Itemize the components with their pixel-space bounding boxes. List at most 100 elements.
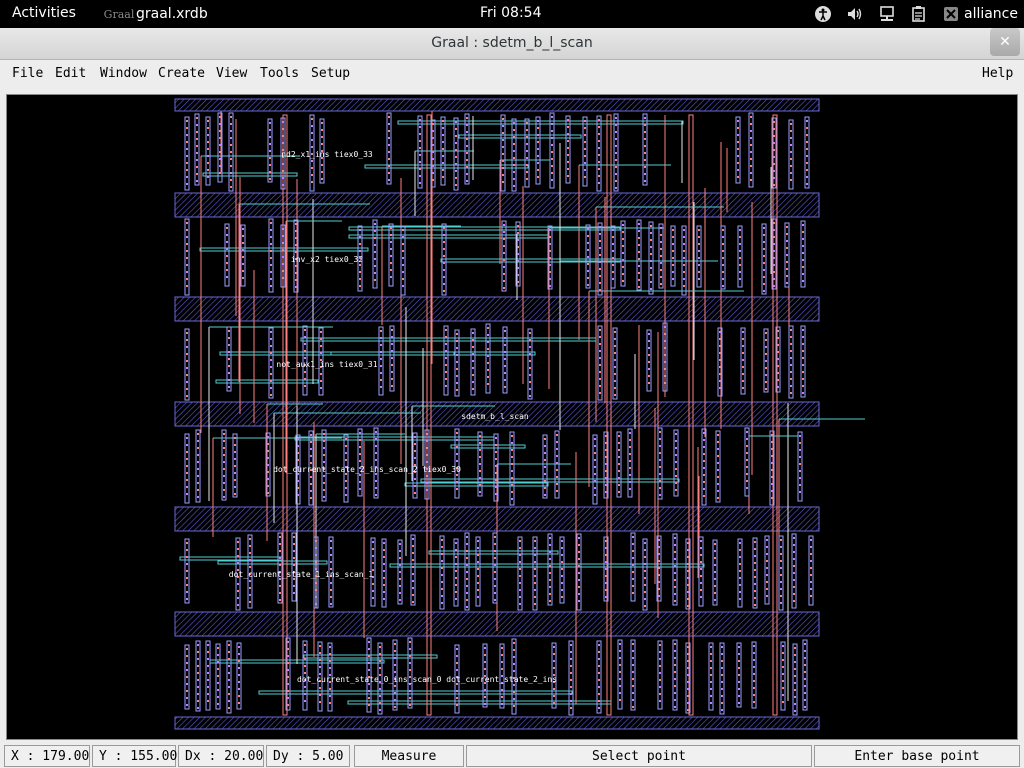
contact <box>790 371 792 373</box>
contact <box>186 353 188 355</box>
contact <box>320 331 322 333</box>
contact <box>359 481 361 483</box>
contact <box>432 137 434 139</box>
contact <box>228 379 230 381</box>
contact <box>186 381 188 383</box>
contact <box>672 250 674 252</box>
accessibility-icon[interactable] <box>814 5 832 23</box>
clock[interactable]: Fri 08:54 <box>480 5 541 21</box>
row-label-6: dot_current_state_0_ins_scan_0 dot_curre… <box>297 675 557 684</box>
layout-canvas[interactable]: nd2_x1_ins tiex0_33 inv_x2 tiex0_32 not_… <box>6 94 1018 740</box>
contact <box>297 494 299 496</box>
contact <box>311 174 313 176</box>
menu-window[interactable]: Window <box>100 66 147 81</box>
contact <box>629 474 631 476</box>
contact <box>466 543 468 545</box>
contact <box>605 554 607 556</box>
contact <box>810 567 812 569</box>
window-titlebar[interactable]: Graal : sdetm_b_l_scan ✕ <box>0 28 1024 60</box>
contact <box>513 663 515 665</box>
contact <box>738 681 740 683</box>
contact <box>456 361 458 363</box>
contact <box>754 555 756 557</box>
contact <box>742 338 744 340</box>
contact <box>477 554 479 556</box>
contact <box>632 543 634 545</box>
contact <box>722 278 724 280</box>
contact <box>687 584 689 586</box>
contact <box>511 498 513 500</box>
activities-button[interactable]: Activities <box>12 5 76 21</box>
contact <box>766 546 768 548</box>
contact <box>746 452 748 454</box>
contact <box>329 667 331 669</box>
contact <box>648 382 650 384</box>
contact <box>484 689 486 691</box>
contact <box>466 550 468 552</box>
contact <box>270 222 272 224</box>
contact <box>675 468 677 470</box>
contact <box>780 588 782 590</box>
contact <box>674 586 676 588</box>
contact <box>683 271 685 273</box>
contact <box>503 287 505 289</box>
hint-message: Enter base point <box>814 745 1020 767</box>
contact <box>466 131 468 133</box>
volume-icon[interactable] <box>846 5 864 23</box>
contact <box>794 647 796 649</box>
contact <box>217 682 219 684</box>
contact <box>432 151 434 153</box>
menu-view[interactable]: View <box>216 66 247 81</box>
contact <box>513 171 515 173</box>
network-icon[interactable] <box>878 5 896 23</box>
contact <box>683 243 685 245</box>
contact <box>567 154 569 156</box>
contact <box>802 238 804 240</box>
menu-tools[interactable]: Tools <box>260 66 299 81</box>
contact <box>599 261 601 263</box>
contact <box>399 550 401 552</box>
contact <box>765 374 767 376</box>
menu-create[interactable]: Create <box>158 66 205 81</box>
contact <box>472 374 474 376</box>
contact <box>587 277 589 279</box>
contact <box>330 603 332 605</box>
contact <box>587 263 589 265</box>
contact <box>567 119 569 121</box>
contact <box>375 452 377 454</box>
contact <box>659 431 661 433</box>
menu-help[interactable]: Help <box>982 66 1013 81</box>
contact <box>738 653 740 655</box>
contact <box>714 543 716 545</box>
contact <box>587 270 589 272</box>
contact <box>750 165 752 167</box>
user-menu[interactable]: alliance <box>942 5 1018 23</box>
contact <box>790 336 792 338</box>
contact <box>409 697 411 699</box>
contact <box>402 264 404 266</box>
contact <box>777 337 779 339</box>
contact <box>780 539 782 541</box>
contact <box>675 447 677 449</box>
contact <box>687 563 689 565</box>
contact <box>310 455 312 457</box>
app-menu[interactable]: Graal graal.xrdb <box>104 0 208 28</box>
contact <box>632 671 634 673</box>
contact <box>771 469 773 471</box>
contact <box>228 679 230 681</box>
contact <box>304 658 306 660</box>
contact <box>455 549 457 551</box>
menu-edit[interactable]: Edit <box>55 66 86 81</box>
metal1-wire <box>458 134 582 139</box>
contact <box>619 650 621 652</box>
contact <box>773 264 775 266</box>
contact <box>804 678 806 680</box>
layout-drawing[interactable]: nd2_x1_ins tiex0_33 inv_x2 tiex0_32 not_… <box>7 95 1017 739</box>
clipboard-icon[interactable] <box>910 5 928 23</box>
close-window-button[interactable]: ✕ <box>990 28 1020 56</box>
menu-setup[interactable]: Setup <box>311 66 350 81</box>
menu-file[interactable]: File <box>12 66 43 81</box>
contact <box>494 599 496 601</box>
contact <box>650 246 652 248</box>
contact <box>737 141 739 143</box>
